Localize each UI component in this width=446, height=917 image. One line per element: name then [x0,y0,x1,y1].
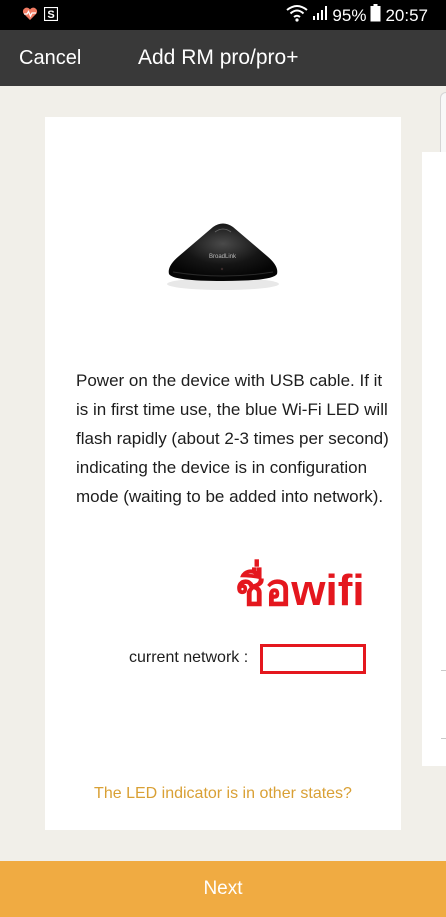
status-left-icons: S [22,6,59,26]
wifi-name-annotation: ชื่อwifi [235,566,365,615]
next-button[interactable]: Next [0,861,446,917]
cancel-button[interactable]: Cancel [19,47,81,70]
signal-icon [312,5,328,27]
battery-percent: 95% [332,6,367,25]
current-network-field [260,644,366,674]
page-title: Add RM pro/pro+ [138,46,299,69]
wifi-icon [286,4,309,28]
device-image: BroadLink [163,214,283,299]
current-network-label: current network : [129,649,249,666]
status-time: 20:57 [385,6,428,25]
next-page-card-edge [422,152,446,766]
instructions-text: Power on the device with USB cable. If i… [76,371,389,506]
svg-text:S: S [47,9,54,21]
health-heart-icon [22,7,38,26]
status-right-icons: 95% 20:57 [286,4,428,28]
instruction-card: BroadLink Power on the device with USB c… [45,117,401,830]
device-brand-text: BroadLink [209,254,237,260]
status-bar: S 95% 20:57 [0,0,446,30]
s-app-icon: S [43,6,59,26]
next-button-label: Next [203,878,243,899]
card-edge-divider [441,670,446,671]
battery-icon [370,4,381,28]
card-edge-divider [441,738,446,739]
led-states-link[interactable]: The LED indicator is in other states? [45,785,401,803]
app-header: Cancel Add RM pro/pro+ [0,30,446,86]
